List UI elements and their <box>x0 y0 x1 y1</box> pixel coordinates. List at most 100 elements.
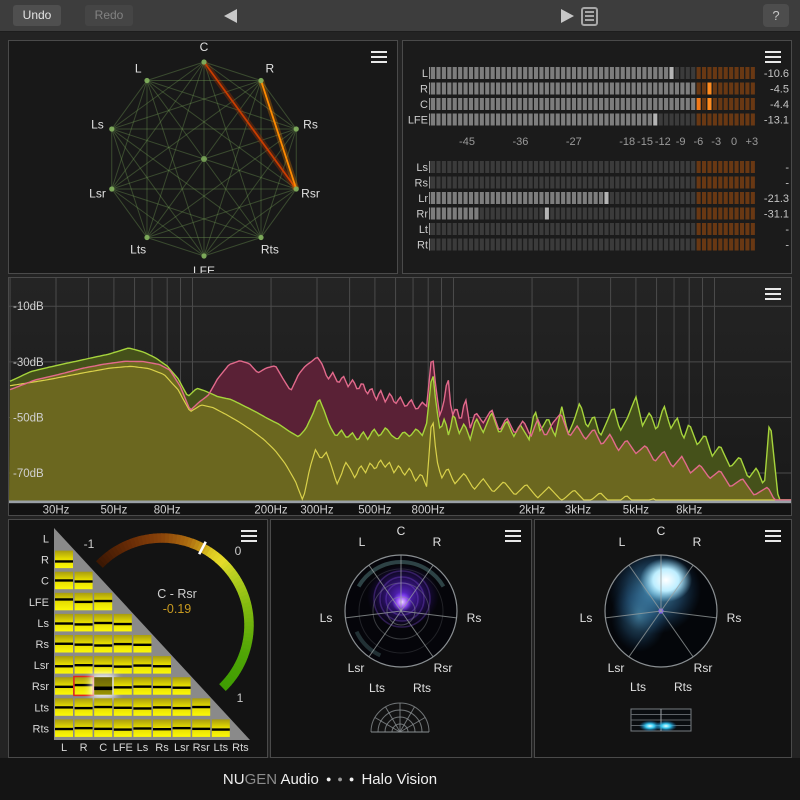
meter-segment <box>550 239 554 251</box>
meter-segment <box>550 161 554 173</box>
meter-segment <box>713 114 717 126</box>
meter-segment <box>615 83 619 95</box>
meter-segment <box>507 98 511 110</box>
panel-menu-icon[interactable] <box>505 530 521 542</box>
meter-segment <box>740 208 744 220</box>
meter-segment <box>447 192 451 204</box>
meter-segment <box>740 223 744 235</box>
matrix-cell[interactable] <box>133 698 151 716</box>
matrix-cell[interactable] <box>114 719 132 737</box>
meter-segment <box>735 67 739 79</box>
help-button[interactable]: ? <box>763 4 789 27</box>
meter-segment <box>718 223 722 235</box>
matrix-cell[interactable] <box>94 677 112 695</box>
meter-segment <box>561 114 565 126</box>
correlation-web-panel: CRRsRsrRtsLFELtsLsrLsL <box>8 40 398 274</box>
meter-segment <box>621 177 625 189</box>
matrix-cell[interactable] <box>153 656 171 674</box>
matrix-cell[interactable] <box>114 656 132 674</box>
scope-channel-label: L <box>619 535 626 549</box>
meter-segment <box>729 114 733 126</box>
matrix-cell[interactable] <box>55 656 73 674</box>
meter-segment <box>447 177 451 189</box>
meter-segment <box>507 177 511 189</box>
matrix-cell[interactable] <box>55 551 73 569</box>
web-channel-label: LFE <box>193 264 215 273</box>
meter-segment <box>594 223 598 235</box>
panel-menu-icon[interactable] <box>765 530 781 542</box>
correlation-gauge-arc <box>215 556 218 559</box>
meter-segment <box>697 239 701 251</box>
meter-segment <box>686 239 690 251</box>
meter-segment <box>626 67 630 79</box>
matrix-cell[interactable] <box>75 614 93 632</box>
panel-menu-icon[interactable] <box>765 288 781 300</box>
meter-segment <box>464 223 468 235</box>
meter-segment <box>669 208 673 220</box>
redo-button[interactable]: Redo <box>85 5 133 26</box>
meter-segment <box>436 239 440 251</box>
panel-menu-icon[interactable] <box>765 51 781 63</box>
correlation-gauge-arc <box>105 556 108 559</box>
meter-segment <box>485 114 489 126</box>
channel-node <box>201 253 206 258</box>
meter-segment <box>539 98 543 110</box>
correlation-gauge-arc <box>235 578 237 582</box>
meter-segment <box>707 177 711 189</box>
playlist-icon[interactable] <box>581 7 598 26</box>
undo-button[interactable]: Undo <box>13 5 61 26</box>
meter-segment <box>653 223 657 235</box>
meter-segment <box>648 98 652 110</box>
meter-segment <box>642 67 646 79</box>
gauge-max-label: 1 <box>237 691 244 705</box>
meter-segment <box>615 177 619 189</box>
meter-segment <box>675 239 679 251</box>
meter-segment <box>518 98 522 110</box>
matrix-cell[interactable] <box>173 677 191 695</box>
meter-segment <box>702 83 706 95</box>
meter-segment <box>659 83 663 95</box>
matrix-cell[interactable] <box>55 593 73 611</box>
web-channel-label: Lts <box>130 243 146 257</box>
meter-segment <box>642 239 646 251</box>
meter-segment <box>615 114 619 126</box>
panel-menu-icon[interactable] <box>241 530 257 542</box>
meter-segment <box>610 98 614 110</box>
panel-menu-icon[interactable] <box>371 51 387 63</box>
meter-segment <box>567 98 571 110</box>
meter-segment <box>496 192 500 204</box>
meter-segment <box>621 223 625 235</box>
play-icon[interactable] <box>561 9 574 23</box>
meter-segment <box>577 208 581 220</box>
meter-segment <box>567 239 571 251</box>
spectrum-freq-label: 2kHz <box>519 505 545 516</box>
meter-segment <box>588 98 592 110</box>
meter-segment <box>599 83 603 95</box>
meter-segment <box>442 192 446 204</box>
meter-segment <box>740 192 744 204</box>
matrix-cell[interactable] <box>114 677 132 695</box>
meter-segment <box>724 239 728 251</box>
meter-segment <box>512 223 516 235</box>
matrix-cell[interactable] <box>94 635 112 653</box>
matrix-cell[interactable] <box>212 719 230 737</box>
meter-segment <box>480 208 484 220</box>
brand-audio: Audio <box>280 771 318 788</box>
meter-segment <box>501 161 505 173</box>
meter-segment <box>556 223 560 235</box>
matrix-cell[interactable] <box>114 614 132 632</box>
meter-segment <box>724 98 728 110</box>
meter-segment <box>474 192 478 204</box>
meter-segment <box>453 98 457 110</box>
meter-segment <box>675 192 679 204</box>
meter-segment <box>567 177 571 189</box>
correlation-gauge-arc <box>244 648 245 652</box>
meter-segment <box>648 239 652 251</box>
meter-segment <box>664 192 668 204</box>
meter-segment <box>518 67 522 79</box>
meter-scale-label: -12 <box>655 136 671 148</box>
skip-back-icon[interactable] <box>224 9 237 23</box>
meter-segment <box>572 208 576 220</box>
meter-segment <box>735 98 739 110</box>
meter-segment <box>572 239 576 251</box>
